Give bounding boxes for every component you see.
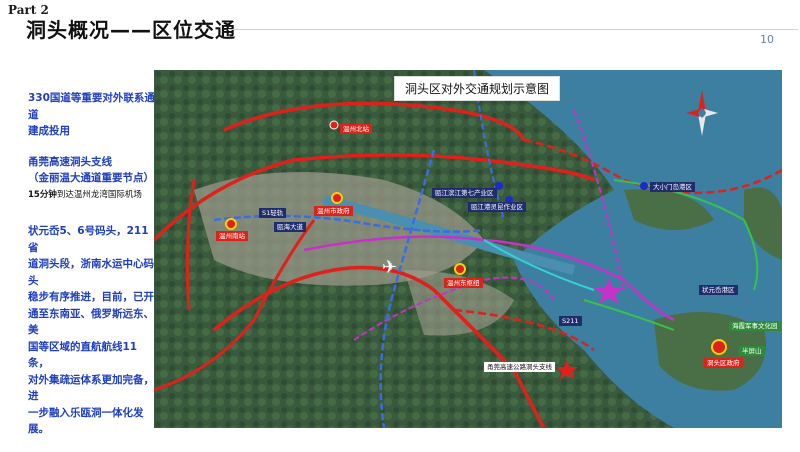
label-lingkun: 瓯江港灵昆作业区 <box>468 202 526 212</box>
text-line: 通至东南亚、俄罗斯远东、美 <box>28 307 154 337</box>
compass-icon <box>686 90 718 136</box>
marker-wenzhou-south <box>225 218 237 230</box>
label-wenzhou-north: 温州北站 <box>340 124 372 134</box>
marker-wenzhou-north <box>329 120 339 130</box>
text-line: 状元岙5、6号码头，211省 <box>28 225 149 254</box>
title-divider <box>228 29 798 30</box>
text-line: 国等区域的直航航线11条， <box>28 340 138 370</box>
marker-wenzhou-east <box>454 263 466 275</box>
label-yongguan-branch: 甬莞高速公路洞头支线 <box>484 362 555 372</box>
text-line: （金丽温大通道重要节点） <box>28 172 154 184</box>
paragraph-highway: 330国道等重要对外联系通道 建成投用 <box>28 90 156 140</box>
text-line: 道洞头段，浙南水运中心码头 <box>28 258 154 287</box>
label-wenzhou-east: 温州东枢纽 <box>444 278 483 288</box>
marker-dongtou-gov <box>711 339 727 355</box>
label-wenzhou-gov: 温州市政府 <box>314 206 353 216</box>
text-line: 对外集疏运体系更加完备，进 <box>28 373 154 403</box>
label-hai-xia: 海霞军事文化园 <box>729 321 781 331</box>
label-damen: 大小门岛港区 <box>650 182 695 192</box>
airport-note-rest: 到达温州龙湾国际机场 <box>56 189 142 200</box>
text-line: 甬莞高速洞头支线 <box>28 155 112 168</box>
marker-damen <box>640 182 648 190</box>
text-line: 建成投用 <box>28 125 70 137</box>
page-number: 10 <box>760 33 774 46</box>
label-s211: S211 <box>559 316 582 326</box>
page-title: 洞头概况——区位交通 <box>26 18 236 42</box>
label-zhuangyuan: 状元岙港区 <box>699 285 738 295</box>
text-line: 稳步有序推进，目前，已开 <box>28 291 154 303</box>
map-title: 洞头区对外交通规划示意图 <box>394 76 561 101</box>
text-line: 330国道等重要对外联系通道 <box>28 92 155 121</box>
description-column: 330国道等重要对外联系通道 建成投用 甬莞高速洞头支线 （金丽温大通道重要节点… <box>28 90 156 452</box>
paragraph-expressway: 甬莞高速洞头支线 （金丽温大通道重要节点） 15分钟到达温州龙湾国际机场 <box>28 154 156 204</box>
label-ou-jiang-road: 瓯海大道 <box>274 222 306 232</box>
label-zhongcheng: 瓯江滨江第七产业区 <box>432 188 497 198</box>
label-wenzhou-south: 温州南站 <box>216 231 248 241</box>
airport-note: 15分钟到达温州龙湾国际机场 <box>28 187 156 204</box>
label-dongtou-gov: 洞头区政府 <box>704 358 743 368</box>
airport-note-bold: 15分钟 <box>28 189 57 200</box>
text-line: 一步融入乐瓯洞一体化发展。 <box>28 406 144 436</box>
airport-icon: ✈ <box>382 257 398 278</box>
label-s1: S1轻轨 <box>259 208 287 218</box>
traffic-plan-map: 洞头区对外交通规划示意图 ✈ 温州北站 温州市政府 温州南站 温州东枢纽 洞头区… <box>154 70 782 428</box>
marker-wenzhou-gov <box>331 192 343 204</box>
label-ban-ping: 半屏山 <box>739 346 765 356</box>
paragraph-ports: 状元岙5、6号码头，211省 道洞头段，浙南水运中心码头 稳步有序推进，目前，已… <box>28 223 156 438</box>
